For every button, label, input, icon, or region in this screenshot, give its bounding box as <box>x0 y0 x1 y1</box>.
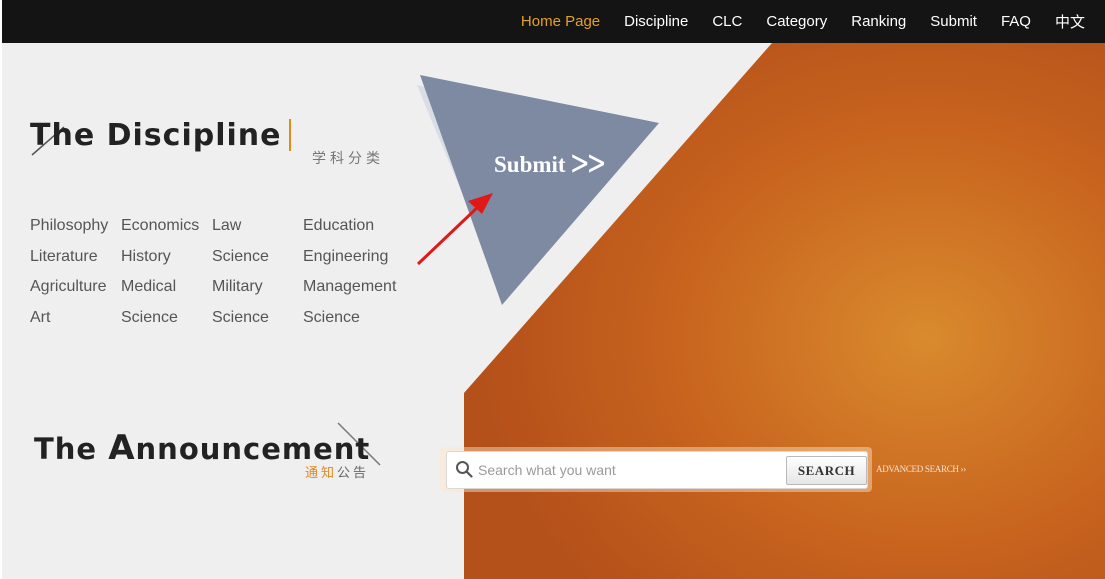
nav-faq[interactable]: FAQ <box>1001 13 1031 30</box>
discipline-link-economics[interactable]: Economics <box>121 214 212 245</box>
nav-clc[interactable]: CLC <box>712 13 742 30</box>
discipline-link-management[interactable]: Management <box>303 275 413 306</box>
submit-button[interactable]: Submit ᐳᐳ <box>494 152 605 178</box>
search-button[interactable]: SEARCH <box>786 456 867 485</box>
discipline-link-education[interactable]: Education <box>303 214 413 245</box>
nav-language-toggle[interactable]: 中文 <box>1055 11 1085 32</box>
search-icon <box>456 461 473 478</box>
discipline-link-history[interactable]: History <box>121 245 212 276</box>
page: Home Page Discipline CLC Category Rankin… <box>0 0 1105 579</box>
discipline-title: The Discipline <box>30 118 301 153</box>
discipline-link-management-science[interactable]: Science <box>303 306 413 337</box>
nav-ranking[interactable]: Ranking <box>851 13 906 30</box>
nav-menu: Home Page Discipline CLC Category Rankin… <box>497 0 1085 43</box>
nav-discipline[interactable]: Discipline <box>624 13 688 30</box>
discipline-link-medical[interactable]: Medical <box>121 275 212 306</box>
discipline-link-military-science[interactable]: Science <box>212 306 303 337</box>
nav-category[interactable]: Category <box>766 13 827 30</box>
top-nav: Home Page Discipline CLC Category Rankin… <box>2 0 1105 43</box>
title-separator <box>289 119 292 151</box>
discipline-link-art[interactable]: Art <box>30 306 121 337</box>
announcement-title-prefix: The <box>34 432 109 466</box>
discipline-link-engineering[interactable]: Engineering <box>303 245 413 276</box>
discipline-link-literature[interactable]: Literature <box>30 245 121 276</box>
discipline-link-science[interactable]: Science <box>212 245 303 276</box>
announcement-title-initial: A <box>108 428 136 468</box>
search-input[interactable] <box>476 455 780 485</box>
discipline-link-medical-science[interactable]: Science <box>121 306 212 337</box>
discipline-title-text: The Discipline <box>30 118 282 153</box>
nav-submit[interactable]: Submit <box>930 13 977 30</box>
nav-home-page[interactable]: Home Page <box>521 13 600 30</box>
discipline-link-philosophy[interactable]: Philosophy <box>30 214 121 245</box>
discipline-link-military[interactable]: Military <box>212 275 303 306</box>
discipline-link-agriculture[interactable]: Agriculture <box>30 275 121 306</box>
announcement-subtitle: 通知公告 <box>305 462 369 481</box>
announcement-title-rest: nnouncement <box>135 432 371 466</box>
announcement-subtitle-highlight: 通知 <box>305 465 338 480</box>
discipline-subtitle: 学科分类 <box>312 150 384 166</box>
advanced-search-link[interactable]: ADVANCED SEARCH ›› <box>876 464 966 474</box>
discipline-link-law[interactable]: Law <box>212 214 303 245</box>
announcement-subtitle-rest: 公告 <box>337 465 370 480</box>
discipline-links: Philosophy Economics Law Education Liter… <box>30 214 413 336</box>
